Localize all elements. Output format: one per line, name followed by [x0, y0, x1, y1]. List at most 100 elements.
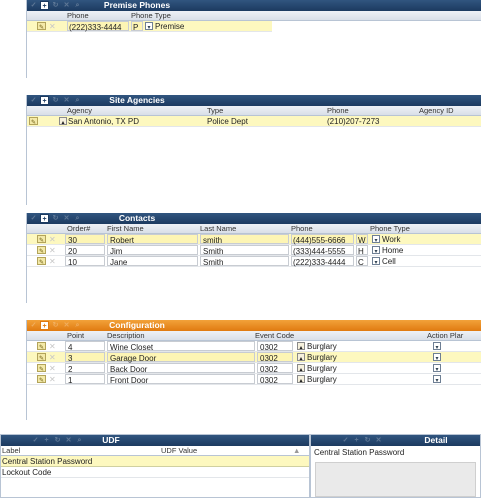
- table-row[interactable]: ✎ ✕ 2 Back Door 0302 ▴ Burglary ▾: [27, 363, 481, 374]
- phone-cell[interactable]: (222)333-4444: [291, 256, 354, 267]
- col-agency[interactable]: Agency: [67, 106, 92, 116]
- last-name-cell[interactable]: Smith: [200, 245, 289, 256]
- col-first-name[interactable]: First Name: [107, 224, 144, 234]
- first-name-cell[interactable]: Jim: [107, 245, 198, 256]
- col-event-code[interactable]: Event Code: [255, 331, 294, 341]
- col-phone[interactable]: Phone: [327, 106, 349, 116]
- description-cell[interactable]: Garage Door: [107, 352, 255, 363]
- col-description[interactable]: Description: [107, 331, 145, 341]
- edit-icon[interactable]: ✎: [37, 364, 46, 373]
- lookup-icon[interactable]: ▴: [297, 375, 305, 384]
- delete-icon[interactable]: ✕: [374, 436, 383, 445]
- col-point[interactable]: Point: [67, 331, 84, 341]
- point-cell[interactable]: 4: [65, 341, 105, 352]
- col-order[interactable]: Order#: [67, 224, 90, 234]
- point-cell[interactable]: 3: [65, 352, 105, 363]
- action-plan-dropdown-icon[interactable]: ▾: [433, 375, 441, 384]
- lookup-icon[interactable]: ▴: [297, 342, 305, 351]
- event-code-cell[interactable]: 0302: [257, 341, 293, 352]
- description-cell[interactable]: Back Door: [107, 363, 255, 374]
- lookup-icon[interactable]: ▴: [297, 364, 305, 373]
- col-udf-value[interactable]: UDF Value: [161, 446, 197, 456]
- sort-up-icon[interactable]: ▲: [293, 446, 300, 456]
- table-row[interactable]: ✎ ✕ 4 Wine Closet 0302 ▴ Burglary ▾: [27, 341, 481, 352]
- col-label[interactable]: Label: [2, 446, 20, 456]
- delete-row-icon[interactable]: ✕: [49, 21, 56, 32]
- refresh-icon[interactable]: ↻: [363, 436, 372, 445]
- edit-icon[interactable]: ✎: [37, 22, 46, 31]
- col-agency-id[interactable]: Agency ID: [419, 106, 454, 116]
- table-row[interactable]: ✎ ✕ 3 Garage Door 0302 ▴ Burglary ▾: [27, 352, 481, 363]
- table-row[interactable]: ✎ ✕ 10 Jane Smith (222)333-4444 C ▾ Cell: [27, 256, 481, 267]
- col-phone-type[interactable]: Phone Type: [370, 224, 410, 234]
- dropdown-icon[interactable]: ▾: [372, 246, 380, 255]
- delete-row-icon[interactable]: ✕: [49, 245, 56, 256]
- edit-icon[interactable]: ✎: [37, 246, 46, 255]
- edit-icon[interactable]: ✎: [37, 342, 46, 351]
- last-name-cell[interactable]: Smith: [200, 256, 289, 267]
- description-cell[interactable]: Front Door: [107, 374, 255, 385]
- table-row[interactable]: ✎ ✕ 30 Robert smith (444)555-6666 W ▾ Wo…: [27, 234, 481, 245]
- detail-value-input[interactable]: [315, 462, 476, 497]
- dropdown-icon[interactable]: ▾: [372, 235, 380, 244]
- table-row[interactable]: ✎ ✕ 20 Jim Smith (333)444-5555 H ▾ Home: [27, 245, 481, 256]
- col-phone[interactable]: Phone: [291, 224, 313, 234]
- delete-row-icon[interactable]: ✕: [49, 352, 56, 363]
- table-row[interactable]: ✎ ▴ San Antonio, TX PD Police Dept (210)…: [27, 116, 481, 127]
- udf-label-cell[interactable]: Central Station Password: [2, 456, 92, 467]
- edit-icon[interactable]: ✎: [37, 257, 46, 266]
- table-row[interactable]: ✎ ✕ 1 Front Door 0302 ▴ Burglary ▾: [27, 374, 481, 385]
- phone-type-code[interactable]: P: [131, 21, 143, 32]
- phone-type-code[interactable]: W: [356, 234, 368, 245]
- col-action-plan[interactable]: Action Plar: [427, 331, 463, 341]
- phone-type-code[interactable]: C: [356, 256, 368, 267]
- add-icon[interactable]: +: [352, 436, 361, 445]
- action-plan-dropdown-icon[interactable]: ▾: [433, 364, 441, 373]
- event-code-cell[interactable]: 0302: [257, 374, 293, 385]
- description-cell[interactable]: Wine Closet: [107, 341, 255, 352]
- event-code-cell[interactable]: 0302: [257, 352, 293, 363]
- first-name-cell[interactable]: Jane: [107, 256, 198, 267]
- phone-type-code[interactable]: H: [356, 245, 368, 256]
- order-cell[interactable]: 30: [65, 234, 105, 245]
- table-row[interactable]: ✎ ✕ (222)333-4444 P ▾ Premise: [27, 21, 272, 32]
- edit-icon[interactable]: ✎: [37, 353, 46, 362]
- point-cell[interactable]: 1: [65, 374, 105, 385]
- phone-cell[interactable]: (333)444-5555: [291, 245, 354, 256]
- order-cell[interactable]: 10: [65, 256, 105, 267]
- col-phone[interactable]: Phone: [67, 11, 89, 21]
- point-cell[interactable]: 2: [65, 363, 105, 374]
- col-type[interactable]: Type: [207, 106, 223, 116]
- dropdown-icon[interactable]: ▾: [145, 22, 153, 31]
- table-row[interactable]: Lockout Code: [1, 467, 309, 478]
- udf-header: Label UDF Value ▲: [1, 446, 309, 456]
- edit-icon[interactable]: ✎: [37, 235, 46, 244]
- edit-icon[interactable]: ✎: [29, 117, 38, 126]
- order-cell[interactable]: 20: [65, 245, 105, 256]
- lookup-icon[interactable]: ▴: [59, 117, 67, 126]
- delete-row-icon[interactable]: ✕: [49, 234, 56, 245]
- panel-title: Detail: [424, 435, 448, 445]
- delete-row-icon[interactable]: ✕: [49, 374, 56, 385]
- phone-cell[interactable]: (210)207-7273: [327, 116, 379, 127]
- col-last-name[interactable]: Last Name: [200, 224, 236, 234]
- edit-icon[interactable]: ✎: [37, 375, 46, 384]
- first-name-cell[interactable]: Robert: [107, 234, 198, 245]
- table-row[interactable]: Central Station Password: [1, 456, 309, 467]
- delete-row-icon[interactable]: ✕: [49, 341, 56, 352]
- event-code-cell[interactable]: 0302: [257, 363, 293, 374]
- col-phone-type[interactable]: Phone Type: [131, 11, 171, 21]
- action-plan-dropdown-icon[interactable]: ▾: [433, 342, 441, 351]
- type-cell[interactable]: Police Dept: [207, 116, 248, 127]
- lookup-icon[interactable]: ▴: [297, 353, 305, 362]
- phone-cell[interactable]: (222)333-4444: [67, 21, 129, 32]
- phone-cell[interactable]: (444)555-6666: [291, 234, 354, 245]
- delete-row-icon[interactable]: ✕: [49, 363, 56, 374]
- check-icon[interactable]: ✓: [341, 436, 350, 445]
- agency-cell[interactable]: San Antonio, TX PD: [68, 116, 139, 127]
- last-name-cell[interactable]: smith: [200, 234, 289, 245]
- dropdown-icon[interactable]: ▾: [372, 257, 380, 266]
- udf-label-cell[interactable]: Lockout Code: [2, 467, 51, 478]
- action-plan-dropdown-icon[interactable]: ▾: [433, 353, 441, 362]
- delete-row-icon[interactable]: ✕: [49, 256, 56, 267]
